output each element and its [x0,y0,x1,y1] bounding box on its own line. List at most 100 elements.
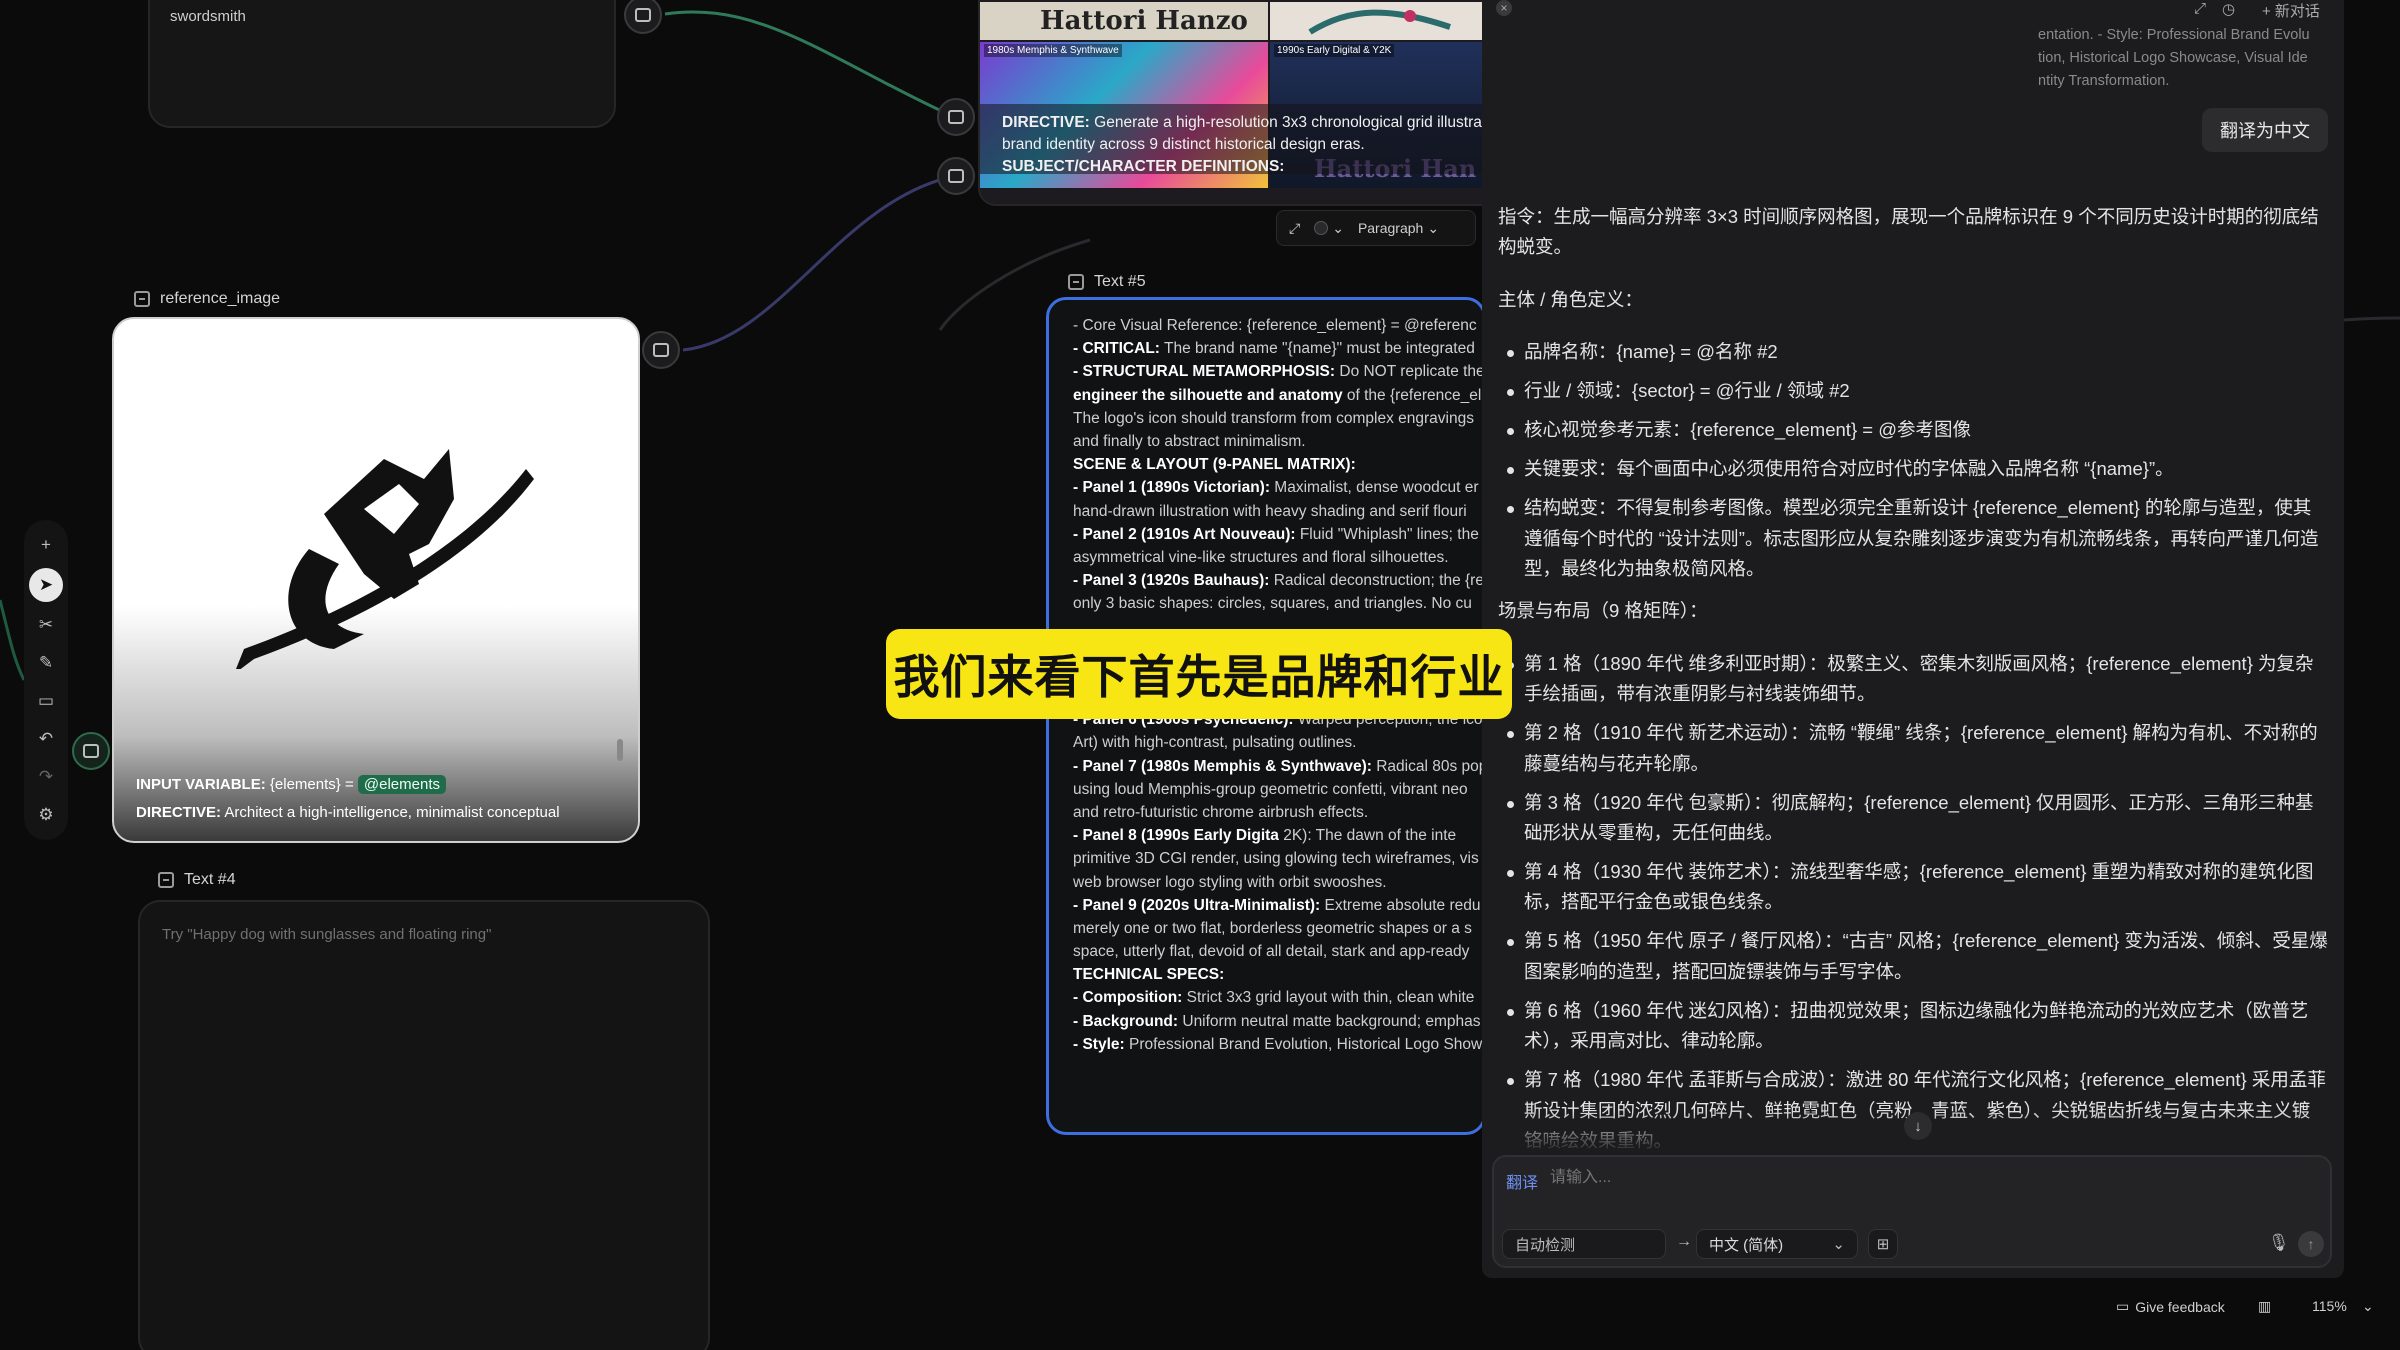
image-port-icon [948,169,964,183]
translation-paragraph: 指令：生成一幅高分辨率 3×3 时间顺序网格图，展现一个品牌标识在 9 个不同历… [1498,206,2319,258]
directive-label: DIRECTIVE: [1002,114,1090,131]
text5-line: Art) with high-contrast, pulsating outli… [1073,731,1483,754]
text5-line: - Panel 9 (2020s Ultra-Minimalist): Extr… [1073,894,1483,917]
grid-tile-2 [1270,2,1496,40]
chevron-down-icon[interactable]: ⌄ [1332,220,1344,237]
text-input-port[interactable] [937,98,975,136]
text5-line: - Panel 8 (1990s Early Digita 2K): The d… [1073,824,1483,847]
text4-placeholder[interactable]: Try "Happy dog with sunglasses and float… [162,926,491,943]
text5-bold-segment: - Panel 1 (1890s Victorian): [1073,479,1270,497]
translation-list-item: 第 4 格（1930 年代 装饰艺术）：流线型奢华感；{reference_el… [1498,857,2328,918]
text5-line: - Panel 3 (1920s Bauhaus): Radical decon… [1073,569,1483,592]
text5-bold-segment: - CRITICAL: [1073,340,1160,358]
subject-definitions-label: SUBJECT/CHARACTER DEFINITIONS: [1002,158,1285,175]
tile-caption-2: 1990s Early Digital & Y2K [1274,44,1395,57]
translate-input[interactable] [1550,1165,2250,1191]
image-input-port[interactable] [937,157,975,195]
expand-icon[interactable]: ⤢ [2194,0,2206,17]
translation-list-item: 第 2 格（1910 年代 新艺术运动）：流畅 “鞭绳” 线条；{referen… [1498,718,2328,779]
translation-list-item: 第 1 格（1890 年代 维多利亚时期）：极繁主义、密集木刻版画风格；{ref… [1498,649,2328,710]
scissors-icon[interactable]: ✂ [30,610,62,640]
redo-icon[interactable]: ↷ [30,762,62,792]
undo-icon[interactable]: ↶ [30,724,62,754]
text5-line: engineer the silhouette and anatomy of t… [1073,384,1483,407]
text5-segment: merely one or two flat, borderless geome… [1073,919,1472,937]
text-port-icon [948,110,964,124]
scrollbar[interactable] [617,739,623,761]
chevron-down-icon[interactable]: ⌄ [1427,220,1439,237]
text5-line: space, utterly flat, devoid of all detai… [1073,940,1483,963]
reference-image-label: reference_image [160,290,281,307]
format-toolbar: ⤢ ⌄ Paragraph ⌄ [1276,210,1476,246]
text4-node[interactable]: Try "Happy dog with sunglasses and float… [138,900,710,1350]
chevron-down-icon[interactable]: ⌄ [2362,1298,2374,1315]
microphone-icon[interactable]: 🎙 [2268,1233,2290,1253]
translation-heading: 场景与布局（9 格矩阵）： [1498,600,1708,622]
text-port-left[interactable] [72,732,110,770]
text5-line: using loud Memphis-group geometric confe… [1073,778,1483,801]
text5-segment: using loud Memphis-group geometric confe… [1073,780,1468,798]
scroll-down-icon[interactable]: ↓ [1904,1112,1932,1140]
text5-line: only 3 basic shapes: circles, squares, a… [1073,592,1483,615]
close-icon[interactable]: × [1496,0,1512,16]
text5-bold-segment: engineer the silhouette and anatomy [1073,386,1343,404]
translation-output: 指令：生成一幅高分辨率 3×3 时间顺序网格图，展现一个品牌标识在 9 个不同历… [1498,202,2328,1165]
add-icon[interactable]: + [30,530,62,560]
cursor-icon[interactable]: ➤ [29,568,63,602]
expand-icon[interactable]: ⤢ [1289,220,1300,237]
settings-icon[interactable]: ⚙ [30,800,62,830]
color-dot-icon[interactable] [1314,221,1329,235]
text5-line: - Panel 2 (1910s Art Nouveau): Fluid "Wh… [1073,523,1483,546]
swordsmith-node[interactable]: swordsmith [148,0,616,128]
zoom-level[interactable]: 115% [2312,1298,2347,1314]
text5-segment: only 3 basic shapes: circles, squares, a… [1073,595,1472,613]
video-subtitle: 我们来看下首先是品牌和行业 [886,629,1512,719]
text5-segment: Uniform neutral matte background; emphas [1178,1012,1481,1030]
new-chat-button[interactable]: + 新对话 [2262,0,2320,21]
text5-title: Text #5 [1068,273,1146,291]
directive-line-1: Generate a high-resolution 3x3 chronolog… [1094,114,1482,131]
image-output-port[interactable] [642,331,680,369]
reference-image-title: reference_image [134,290,280,308]
target-language-value: 中文 (简体) [1709,1236,1784,1254]
map-icon[interactable]: ▥ [2258,1298,2271,1315]
paragraph-dropdown[interactable]: Paragraph [1358,220,1423,236]
text5-bold-segment: - STRUCTURAL METAMORPHOSIS: [1073,363,1336,381]
text5-bold-segment: - Panel 8 (1990s Early Digita [1073,827,1279,845]
text5-bold-segment: - Panel 2 (1910s Art Nouveau): [1073,525,1296,543]
input-variable-value: {elements} = [269,776,354,793]
text5-line: hand-drawn illustration with heavy shadi… [1073,500,1483,523]
text5-label: Text #5 [1094,273,1146,290]
reference-image-node[interactable]: INPUT VARIABLE: {elements} = @elements D… [112,317,640,843]
text5-bold-segment: - Panel 9 (2020s Ultra-Minimalist): [1073,896,1321,914]
translate-input-box[interactable]: 翻译 自动检测 → 中文 (简体) ⌄ ⊞ 🎙 ↑ [1492,1155,2332,1268]
grid-options-icon[interactable]: ⊞ [1868,1229,1898,1259]
text5-line: primitive 3D CGI render, using glowing t… [1073,847,1483,870]
comment-icon[interactable]: ▭ [30,686,62,716]
text5-line: - Composition: Strict 3x3 grid layout wi… [1073,986,1483,1009]
text5-line: - CRITICAL: The brand name "{name}" must… [1073,337,1483,360]
text5-segment: - Core Visual Reference: {reference_elem… [1073,317,1477,334]
text5-segment: hand-drawn illustration with heavy shadi… [1073,502,1467,520]
give-feedback-link[interactable]: Give feedback [2135,1299,2225,1315]
chevron-down-icon: ⌄ [1832,1236,1845,1253]
elements-tag[interactable]: @elements [357,775,446,794]
directive-line-2: brand identity across 9 distinct histori… [1002,136,1365,153]
text5-segment: The brand name "{name}" must be integrat… [1159,340,1475,358]
send-icon[interactable]: ↑ [2298,1231,2324,1257]
target-language-select[interactable]: 中文 (简体) ⌄ [1696,1229,1858,1259]
text5-segment: primitive 3D CGI render, using glowing t… [1073,850,1479,868]
translate-to-chinese-button[interactable]: 翻译为中文 [2202,108,2328,152]
definition-list: 品牌名称：{name} = @名称 #2 行业 / 领域：{sector} = @… [1498,337,2328,584]
directive-label: DIRECTIVE: [136,804,222,821]
translation-list-item: 行业 / 领域：{sector} = @行业 / 领域 #2 [1498,376,2328,406]
translation-list-item: 核心视觉参考元素：{reference_element} = @参考图像 [1498,415,2328,445]
text5-segment: space, utterly flat, devoid of all detai… [1073,943,1470,961]
translate-mode-label: 翻译 [1506,1175,1539,1192]
history-icon[interactable]: ◷ [2222,0,2235,18]
image-grid-node[interactable]: Hattori Hanzo 1980s Memphis & Synthwave … [978,0,1498,206]
text5-line: - Panel 1 (1890s Victorian): Maximalist,… [1073,476,1483,499]
pen-icon[interactable]: ✎ [30,648,62,678]
image-node-icon [134,291,150,307]
source-language-select[interactable]: 自动检测 [1502,1229,1666,1259]
